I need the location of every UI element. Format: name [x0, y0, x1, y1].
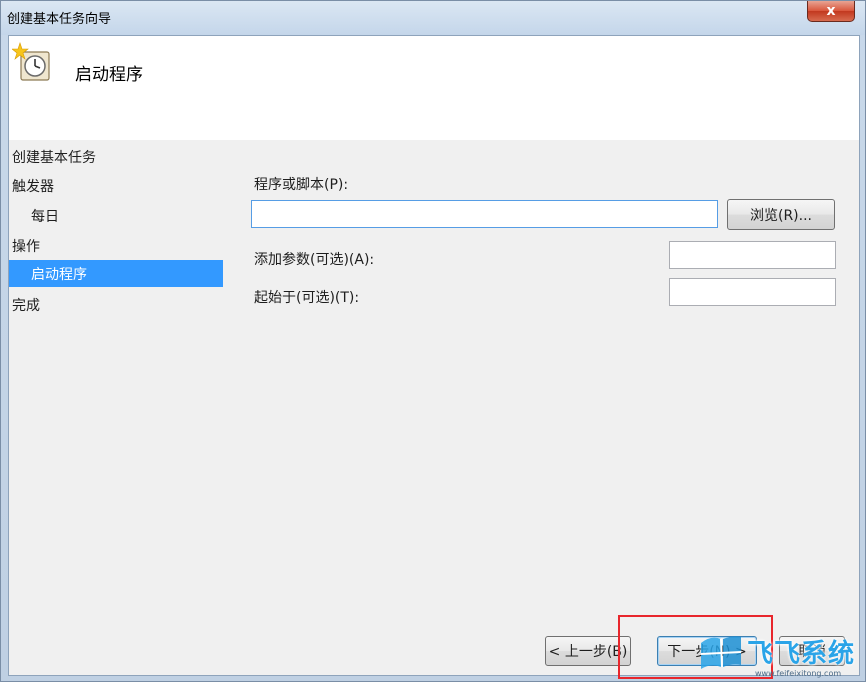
nav-step-start-program[interactable]: 启动程序	[9, 260, 223, 287]
task-clock-icon	[12, 42, 50, 81]
action-form: 程序或脚本(P): 浏览(R)... 添加参数(可选)(A): 起始于(可选)(…	[251, 140, 859, 620]
start-in-label: 起始于(可选)(T):	[254, 290, 360, 306]
page-title: 启动程序	[75, 65, 143, 85]
watermark-logo-icon	[700, 636, 742, 669]
title-bar[interactable]: 创建基本任务向导 x	[1, 1, 865, 35]
wizard-steps-nav: 创建基本任务 触发器 每日 操作 启动程序 完成	[9, 140, 241, 676]
watermark-url: www.feifeixitong.com	[755, 669, 842, 678]
start-in-input[interactable]	[669, 278, 836, 306]
browse-button[interactable]: 浏览(R)...	[727, 199, 835, 230]
nav-step-daily[interactable]: 每日	[31, 206, 59, 226]
nav-step-finish[interactable]: 完成	[12, 295, 40, 315]
close-button[interactable]: x	[807, 1, 855, 22]
args-input[interactable]	[669, 241, 836, 269]
wizard-window: 创建基本任务向导 x 启动程序 创建基本任务 触发器 每日 操作 启动程序 完成…	[0, 0, 866, 682]
close-icon: x	[826, 3, 836, 19]
program-label: 程序或脚本(P):	[254, 177, 349, 193]
wizard-client-area: 启动程序 创建基本任务 触发器 每日 操作 启动程序 完成 程序或脚本(P): …	[8, 35, 860, 676]
watermark: 飞飞系统 www.feifeixitong.com	[699, 631, 866, 682]
watermark-brand: 飞飞系统	[747, 639, 856, 669]
wizard-header: 启动程序	[9, 36, 859, 140]
args-label: 添加参数(可选)(A):	[254, 252, 375, 268]
nav-step-create-basic-task[interactable]: 创建基本任务	[12, 147, 96, 167]
browse-button-label: 浏览(R)...	[749, 207, 812, 224]
nav-step-trigger[interactable]: 触发器	[12, 176, 54, 196]
window-title: 创建基本任务向导	[7, 12, 112, 27]
nav-step-action[interactable]: 操作	[12, 236, 40, 256]
back-button-label: < 上一步(B)	[548, 644, 628, 660]
program-input[interactable]	[251, 200, 718, 228]
